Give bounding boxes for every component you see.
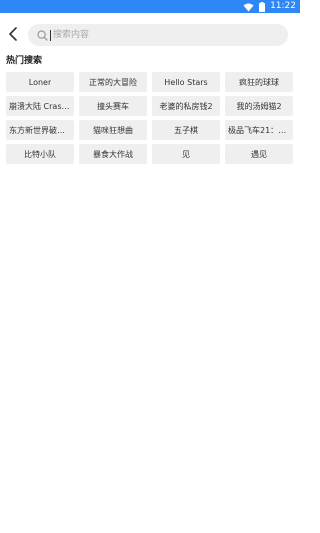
hot-search-tag[interactable]: 疯狂的球球 — [225, 72, 293, 92]
hot-search-tags: Loner 正常的大冒险 Hello Stars 疯狂的球球 崩溃大陆 Cras… — [6, 72, 294, 164]
search-box[interactable] — [28, 24, 288, 46]
hot-search-tag[interactable]: 我的汤姆猫2 — [225, 96, 293, 116]
status-time: 11:22 — [270, 1, 296, 11]
hot-search-tag[interactable]: 猫咪狂想曲 — [79, 120, 147, 140]
wifi-icon — [243, 0, 254, 16]
search-header — [0, 22, 300, 48]
hot-search-tag[interactable]: 老婆的私房钱2 — [152, 96, 220, 116]
hot-search-tag[interactable]: 比特小队 — [6, 144, 74, 164]
status-icons: 11:22 — [243, 1, 296, 12]
hot-search-tag[interactable]: 崩溃大陆 Crashlands — [6, 96, 74, 116]
status-bar: 11:22 — [0, 0, 300, 13]
back-button[interactable] — [3, 24, 23, 46]
hot-search-tag[interactable]: Loner — [6, 72, 74, 92]
hot-search-tag[interactable]: 遇见 — [225, 144, 293, 164]
hot-search-tag[interactable]: 见 — [152, 144, 220, 164]
battery-icon — [259, 0, 266, 16]
search-icon — [37, 29, 49, 41]
hot-search-tag[interactable]: 暴食大作战 — [79, 144, 147, 164]
hot-search-title: 热门搜索 — [6, 56, 43, 66]
hot-search-tag[interactable]: 极品飞车21：热度 — [225, 120, 293, 140]
hot-search-tag[interactable]: 东方新世界破解版 — [6, 120, 74, 140]
hot-search-tag[interactable]: 正常的大冒险 — [79, 72, 147, 92]
hot-search-tag[interactable]: 撞头赛车 — [79, 96, 147, 116]
hot-search-tag[interactable]: Hello Stars — [152, 72, 220, 92]
text-cursor — [50, 29, 51, 41]
back-arrow-icon — [8, 26, 18, 45]
search-input[interactable] — [53, 26, 273, 44]
hot-search-tag[interactable]: 五子棋 — [152, 120, 220, 140]
